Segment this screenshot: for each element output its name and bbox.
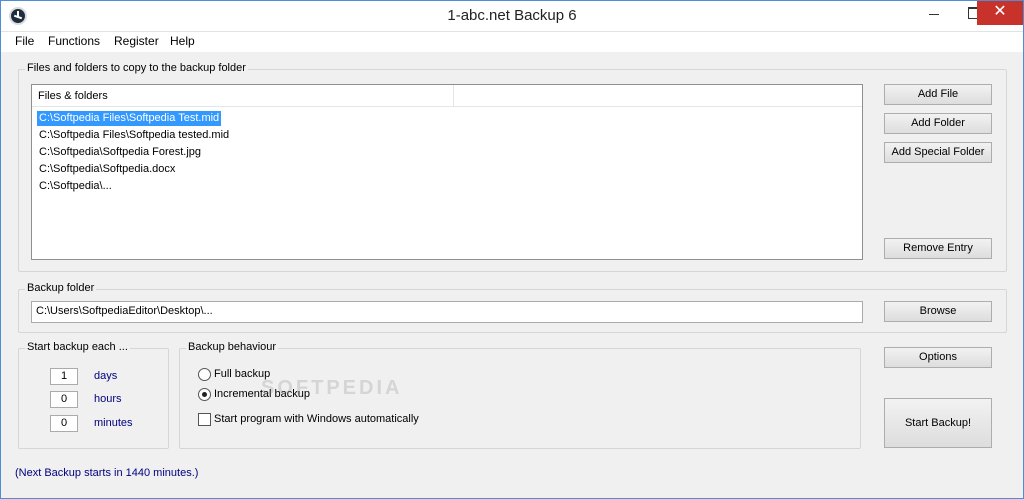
window-title: 1-abc.net Backup 6: [447, 7, 577, 24]
list-header: Files & folders: [32, 85, 862, 107]
main-window: 1-abc.net Backup 6 ✕ File Functions Regi…: [0, 0, 1024, 499]
close-button[interactable]: ✕: [977, 1, 1023, 25]
full-backup-radio[interactable]: [198, 368, 211, 381]
menu-help[interactable]: Help: [170, 34, 195, 48]
minimize-button[interactable]: [914, 1, 954, 25]
options-button[interactable]: Options: [884, 347, 992, 368]
menu-file[interactable]: File: [15, 34, 34, 48]
days-label: days: [94, 370, 118, 382]
start-with-windows-checkbox[interactable]: [198, 413, 211, 426]
title-bar[interactable]: 1-abc.net Backup 6 ✕: [1, 1, 1023, 32]
minutes-input[interactable]: 0: [50, 415, 78, 432]
add-folder-button[interactable]: Add Folder: [884, 113, 992, 134]
add-file-button[interactable]: Add File: [884, 84, 992, 105]
close-icon: ✕: [993, 3, 1007, 20]
menu-register[interactable]: Register: [114, 34, 159, 48]
column-header-files[interactable]: Files & folders: [32, 85, 454, 107]
files-group-label: Files and folders to copy to the backup …: [25, 62, 248, 74]
menu-bar: File Functions Register Help: [1, 32, 1023, 52]
list-item[interactable]: C:\Softpedia\...: [37, 179, 114, 194]
hours-input[interactable]: 0: [50, 391, 78, 408]
days-input[interactable]: 1: [50, 368, 78, 385]
files-list[interactable]: Files & folders C:\Softpedia Files\Softp…: [31, 84, 863, 260]
minutes-label: minutes: [94, 417, 133, 429]
hours-label: hours: [94, 393, 122, 405]
backup-folder-label: Backup folder: [25, 282, 97, 294]
softpedia-watermark: SOFTPEDIA: [261, 377, 403, 399]
browse-button[interactable]: Browse: [884, 301, 992, 322]
incremental-backup-radio[interactable]: [198, 388, 211, 401]
list-item[interactable]: C:\Softpedia Files\Softpedia Test.mid: [37, 111, 222, 126]
start-backup-button[interactable]: Start Backup!: [884, 398, 992, 448]
start-with-windows-label[interactable]: Start program with Windows automatically: [214, 413, 419, 425]
behaviour-group-label: Backup behaviour: [186, 341, 279, 353]
backup-folder-input[interactable]: C:\Users\SoftpediaEditor\Desktop\...: [31, 301, 863, 323]
schedule-group-label: Start backup each ...: [25, 341, 130, 353]
list-item[interactable]: C:\Softpedia\Softpedia.docx: [37, 162, 177, 177]
next-backup-status: (Next Backup starts in 1440 minutes.): [15, 467, 199, 479]
menu-functions[interactable]: Functions: [48, 34, 100, 48]
remove-entry-button[interactable]: Remove Entry: [884, 238, 992, 259]
list-item[interactable]: C:\Softpedia Files\Softpedia tested.mid: [37, 128, 231, 143]
list-item[interactable]: C:\Softpedia\Softpedia Forest.jpg: [37, 145, 203, 160]
add-special-folder-button[interactable]: Add Special Folder: [884, 142, 992, 163]
